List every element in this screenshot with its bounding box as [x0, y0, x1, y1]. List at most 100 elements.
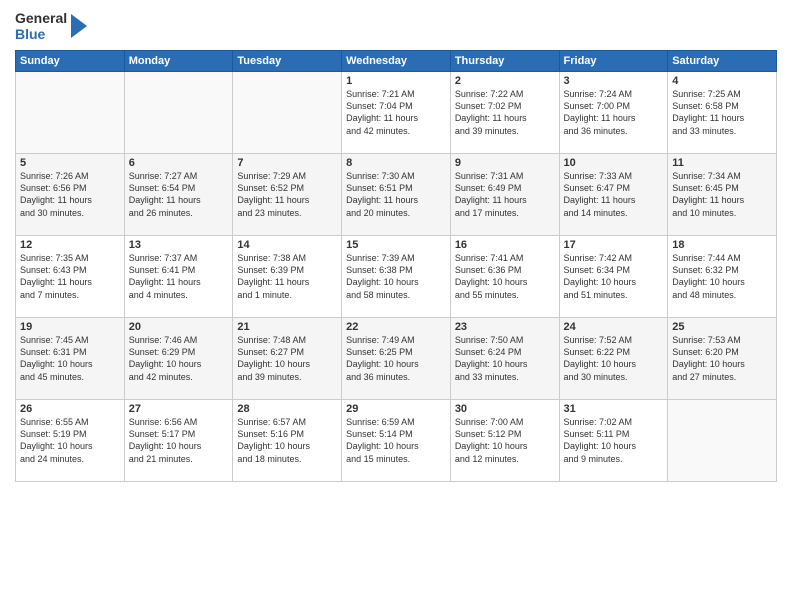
calendar-week-row: 26Sunrise: 6:55 AM Sunset: 5:19 PM Dayli… — [16, 400, 777, 482]
day-info: Sunrise: 6:59 AM Sunset: 5:14 PM Dayligh… — [346, 416, 446, 465]
day-number: 27 — [129, 403, 229, 415]
day-number: 13 — [129, 239, 229, 251]
calendar-cell: 2Sunrise: 7:22 AM Sunset: 7:02 PM Daylig… — [450, 72, 559, 154]
day-info: Sunrise: 7:29 AM Sunset: 6:52 PM Dayligh… — [237, 170, 337, 219]
day-number: 23 — [455, 321, 555, 333]
day-info: Sunrise: 7:25 AM Sunset: 6:58 PM Dayligh… — [672, 88, 772, 137]
calendar-cell: 27Sunrise: 6:56 AM Sunset: 5:17 PM Dayli… — [124, 400, 233, 482]
day-info: Sunrise: 7:31 AM Sunset: 6:49 PM Dayligh… — [455, 170, 555, 219]
day-info: Sunrise: 7:42 AM Sunset: 6:34 PM Dayligh… — [564, 252, 664, 301]
day-info: Sunrise: 7:27 AM Sunset: 6:54 PM Dayligh… — [129, 170, 229, 219]
calendar-week-row: 5Sunrise: 7:26 AM Sunset: 6:56 PM Daylig… — [16, 154, 777, 236]
calendar-cell: 6Sunrise: 7:27 AM Sunset: 6:54 PM Daylig… — [124, 154, 233, 236]
day-number: 7 — [237, 157, 337, 169]
day-info: Sunrise: 7:44 AM Sunset: 6:32 PM Dayligh… — [672, 252, 772, 301]
day-info: Sunrise: 7:02 AM Sunset: 5:11 PM Dayligh… — [564, 416, 664, 465]
calendar-cell: 25Sunrise: 7:53 AM Sunset: 6:20 PM Dayli… — [668, 318, 777, 400]
calendar-cell — [233, 72, 342, 154]
day-info: Sunrise: 7:26 AM Sunset: 6:56 PM Dayligh… — [20, 170, 120, 219]
calendar-cell: 28Sunrise: 6:57 AM Sunset: 5:16 PM Dayli… — [233, 400, 342, 482]
day-number: 9 — [455, 157, 555, 169]
calendar-table: SundayMondayTuesdayWednesdayThursdayFrid… — [15, 50, 777, 482]
calendar-cell: 18Sunrise: 7:44 AM Sunset: 6:32 PM Dayli… — [668, 236, 777, 318]
day-info: Sunrise: 7:52 AM Sunset: 6:22 PM Dayligh… — [564, 334, 664, 383]
day-header-thursday: Thursday — [450, 51, 559, 72]
day-info: Sunrise: 7:24 AM Sunset: 7:00 PM Dayligh… — [564, 88, 664, 137]
calendar-cell: 21Sunrise: 7:48 AM Sunset: 6:27 PM Dayli… — [233, 318, 342, 400]
calendar-cell: 4Sunrise: 7:25 AM Sunset: 6:58 PM Daylig… — [668, 72, 777, 154]
calendar-cell: 7Sunrise: 7:29 AM Sunset: 6:52 PM Daylig… — [233, 154, 342, 236]
day-info: Sunrise: 7:46 AM Sunset: 6:29 PM Dayligh… — [129, 334, 229, 383]
day-number: 24 — [564, 321, 664, 333]
day-number: 6 — [129, 157, 229, 169]
day-info: Sunrise: 6:56 AM Sunset: 5:17 PM Dayligh… — [129, 416, 229, 465]
calendar-cell: 20Sunrise: 7:46 AM Sunset: 6:29 PM Dayli… — [124, 318, 233, 400]
day-header-tuesday: Tuesday — [233, 51, 342, 72]
calendar-header-row: SundayMondayTuesdayWednesdayThursdayFrid… — [16, 51, 777, 72]
calendar-cell: 19Sunrise: 7:45 AM Sunset: 6:31 PM Dayli… — [16, 318, 125, 400]
calendar-cell: 9Sunrise: 7:31 AM Sunset: 6:49 PM Daylig… — [450, 154, 559, 236]
day-number: 29 — [346, 403, 446, 415]
day-info: Sunrise: 6:57 AM Sunset: 5:16 PM Dayligh… — [237, 416, 337, 465]
day-number: 31 — [564, 403, 664, 415]
calendar-cell: 16Sunrise: 7:41 AM Sunset: 6:36 PM Dayli… — [450, 236, 559, 318]
day-number: 20 — [129, 321, 229, 333]
calendar-cell — [16, 72, 125, 154]
day-info: Sunrise: 7:45 AM Sunset: 6:31 PM Dayligh… — [20, 334, 120, 383]
day-info: Sunrise: 7:33 AM Sunset: 6:47 PM Dayligh… — [564, 170, 664, 219]
calendar-cell: 14Sunrise: 7:38 AM Sunset: 6:39 PM Dayli… — [233, 236, 342, 318]
calendar-cell: 22Sunrise: 7:49 AM Sunset: 6:25 PM Dayli… — [342, 318, 451, 400]
page-header: General Blue — [15, 10, 777, 42]
calendar-week-row: 19Sunrise: 7:45 AM Sunset: 6:31 PM Dayli… — [16, 318, 777, 400]
day-number: 14 — [237, 239, 337, 251]
calendar-cell: 31Sunrise: 7:02 AM Sunset: 5:11 PM Dayli… — [559, 400, 668, 482]
day-info: Sunrise: 7:49 AM Sunset: 6:25 PM Dayligh… — [346, 334, 446, 383]
day-number: 16 — [455, 239, 555, 251]
calendar-cell: 1Sunrise: 7:21 AM Sunset: 7:04 PM Daylig… — [342, 72, 451, 154]
day-info: Sunrise: 7:53 AM Sunset: 6:20 PM Dayligh… — [672, 334, 772, 383]
day-header-sunday: Sunday — [16, 51, 125, 72]
day-info: Sunrise: 7:35 AM Sunset: 6:43 PM Dayligh… — [20, 252, 120, 301]
calendar-cell: 30Sunrise: 7:00 AM Sunset: 5:12 PM Dayli… — [450, 400, 559, 482]
calendar-cell: 11Sunrise: 7:34 AM Sunset: 6:45 PM Dayli… — [668, 154, 777, 236]
calendar-cell: 15Sunrise: 7:39 AM Sunset: 6:38 PM Dayli… — [342, 236, 451, 318]
calendar-cell: 24Sunrise: 7:52 AM Sunset: 6:22 PM Dayli… — [559, 318, 668, 400]
logo-chevron-icon — [69, 12, 91, 40]
calendar-cell: 5Sunrise: 7:26 AM Sunset: 6:56 PM Daylig… — [16, 154, 125, 236]
day-number: 2 — [455, 75, 555, 87]
day-header-wednesday: Wednesday — [342, 51, 451, 72]
day-info: Sunrise: 6:55 AM Sunset: 5:19 PM Dayligh… — [20, 416, 120, 465]
day-info: Sunrise: 7:37 AM Sunset: 6:41 PM Dayligh… — [129, 252, 229, 301]
calendar-cell: 10Sunrise: 7:33 AM Sunset: 6:47 PM Dayli… — [559, 154, 668, 236]
day-number: 30 — [455, 403, 555, 415]
day-number: 3 — [564, 75, 664, 87]
calendar-cell: 3Sunrise: 7:24 AM Sunset: 7:00 PM Daylig… — [559, 72, 668, 154]
day-info: Sunrise: 7:41 AM Sunset: 6:36 PM Dayligh… — [455, 252, 555, 301]
logo-general-text: General — [15, 10, 67, 26]
day-info: Sunrise: 7:38 AM Sunset: 6:39 PM Dayligh… — [237, 252, 337, 301]
day-info: Sunrise: 7:00 AM Sunset: 5:12 PM Dayligh… — [455, 416, 555, 465]
calendar-cell: 26Sunrise: 6:55 AM Sunset: 5:19 PM Dayli… — [16, 400, 125, 482]
day-number: 1 — [346, 75, 446, 87]
day-info: Sunrise: 7:21 AM Sunset: 7:04 PM Dayligh… — [346, 88, 446, 137]
day-number: 18 — [672, 239, 772, 251]
day-number: 15 — [346, 239, 446, 251]
day-number: 17 — [564, 239, 664, 251]
day-info: Sunrise: 7:39 AM Sunset: 6:38 PM Dayligh… — [346, 252, 446, 301]
calendar-week-row: 12Sunrise: 7:35 AM Sunset: 6:43 PM Dayli… — [16, 236, 777, 318]
day-info: Sunrise: 7:22 AM Sunset: 7:02 PM Dayligh… — [455, 88, 555, 137]
day-header-monday: Monday — [124, 51, 233, 72]
logo-blue-text: Blue — [15, 26, 67, 42]
day-number: 10 — [564, 157, 664, 169]
day-number: 25 — [672, 321, 772, 333]
day-info: Sunrise: 7:48 AM Sunset: 6:27 PM Dayligh… — [237, 334, 337, 383]
day-number: 22 — [346, 321, 446, 333]
day-number: 28 — [237, 403, 337, 415]
calendar-cell: 12Sunrise: 7:35 AM Sunset: 6:43 PM Dayli… — [16, 236, 125, 318]
calendar-week-row: 1Sunrise: 7:21 AM Sunset: 7:04 PM Daylig… — [16, 72, 777, 154]
day-number: 19 — [20, 321, 120, 333]
calendar-cell: 17Sunrise: 7:42 AM Sunset: 6:34 PM Dayli… — [559, 236, 668, 318]
day-info: Sunrise: 7:50 AM Sunset: 6:24 PM Dayligh… — [455, 334, 555, 383]
day-number: 11 — [672, 157, 772, 169]
calendar-cell: 8Sunrise: 7:30 AM Sunset: 6:51 PM Daylig… — [342, 154, 451, 236]
